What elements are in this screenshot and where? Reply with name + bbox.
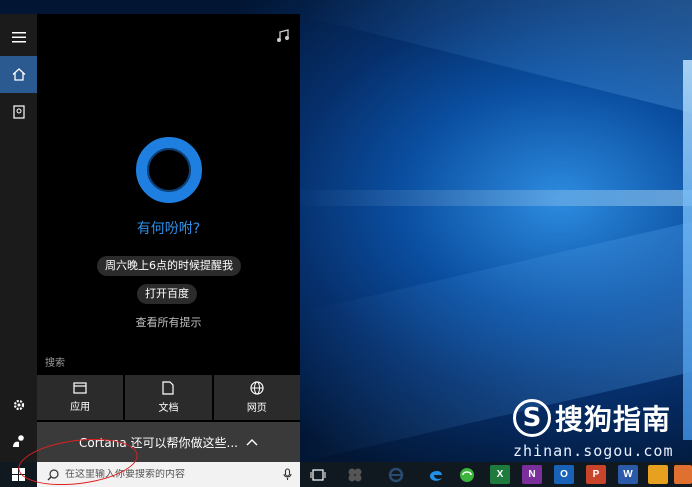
search-input[interactable] [65, 469, 283, 480]
suggestion-open-baidu[interactable]: 打开百度 [137, 284, 197, 304]
tile-web[interactable]: 网页 [213, 375, 300, 420]
powerpoint-icon[interactable]: P [586, 465, 606, 484]
cortana-capabilities-expander[interactable]: Cortana 还可以帮你做这些... [37, 422, 300, 462]
tile-web-label: 网页 [246, 403, 267, 414]
chevron-up-icon [246, 439, 258, 446]
suggestion-reminder[interactable]: 周六晚上6点的时候提醒我 [97, 256, 241, 276]
app-window-icon [73, 382, 87, 394]
sogou-pinyin-icon[interactable] [345, 465, 365, 484]
settings-button[interactable] [0, 386, 37, 423]
360-browser-icon[interactable] [457, 465, 477, 484]
task-view-icon[interactable] [308, 465, 328, 484]
wallpaper-edge [683, 60, 692, 440]
microphone-icon[interactable] [283, 468, 292, 481]
sogou-logo: S [513, 399, 551, 437]
sogou-watermark: S 搜狗指南 [513, 398, 671, 438]
tile-apps[interactable]: 应用 [37, 375, 124, 420]
outlook-icon[interactable]: O [554, 465, 574, 484]
wallpaper-beam [300, 0, 692, 120]
gear-icon [13, 399, 24, 410]
wallpaper-beam [300, 190, 692, 206]
watermark-url: zhinan.sogou.com [513, 442, 674, 460]
see-all-tips-link[interactable]: 查看所有提示 [37, 314, 300, 330]
notebook-button[interactable] [0, 93, 37, 130]
globe-icon [250, 381, 264, 395]
taskbar-search-box[interactable] [37, 462, 300, 487]
cortana-greeting: 有何吩咐? [136, 221, 201, 237]
start-button[interactable] [0, 462, 37, 487]
music-recognition-button[interactable] [276, 28, 290, 47]
excel-icon[interactable]: X [490, 465, 510, 484]
hamburger-menu-button[interactable] [0, 19, 37, 56]
music-note-icon [277, 29, 289, 42]
search-icon [47, 468, 59, 480]
cortana-ring-icon [136, 137, 202, 203]
cortana-content: 有何吩咐? 周六晚上6点的时候提醒我 打开百度 查看所有提示 搜索 应用 文档 … [37, 14, 300, 462]
home-icon [12, 68, 25, 81]
tile-documents[interactable]: 文档 [125, 375, 212, 420]
word-icon[interactable]: W [618, 465, 638, 484]
feedback-icon [12, 434, 24, 447]
feedback-button[interactable] [0, 422, 37, 459]
app-icon[interactable] [648, 465, 668, 484]
onenote-icon[interactable]: N [522, 465, 542, 484]
cortana-panel: 有何吩咐? 周六晚上6点的时候提醒我 打开百度 查看所有提示 搜索 应用 文档 … [0, 14, 300, 462]
search-heading: 搜索 [45, 358, 65, 369]
tile-apps-label: 应用 [70, 402, 91, 413]
notebook-icon [12, 104, 25, 119]
edge-icon[interactable] [426, 465, 446, 484]
search-filter-tiles: 应用 文档 网页 [37, 375, 300, 420]
app-icon-2[interactable] [674, 465, 692, 484]
tile-documents-label: 文档 [158, 403, 179, 414]
document-icon [162, 381, 175, 395]
expander-label: Cortana 还可以帮你做这些... [79, 435, 238, 450]
windows-logo-icon [12, 468, 25, 481]
cortana-left-rail [0, 14, 37, 462]
home-button[interactable] [0, 56, 37, 93]
hamburger-icon [11, 32, 26, 43]
watermark-text: 搜狗指南 [555, 403, 672, 436]
taskbar: X N O P W [0, 462, 692, 487]
ie-icon[interactable] [386, 465, 406, 484]
